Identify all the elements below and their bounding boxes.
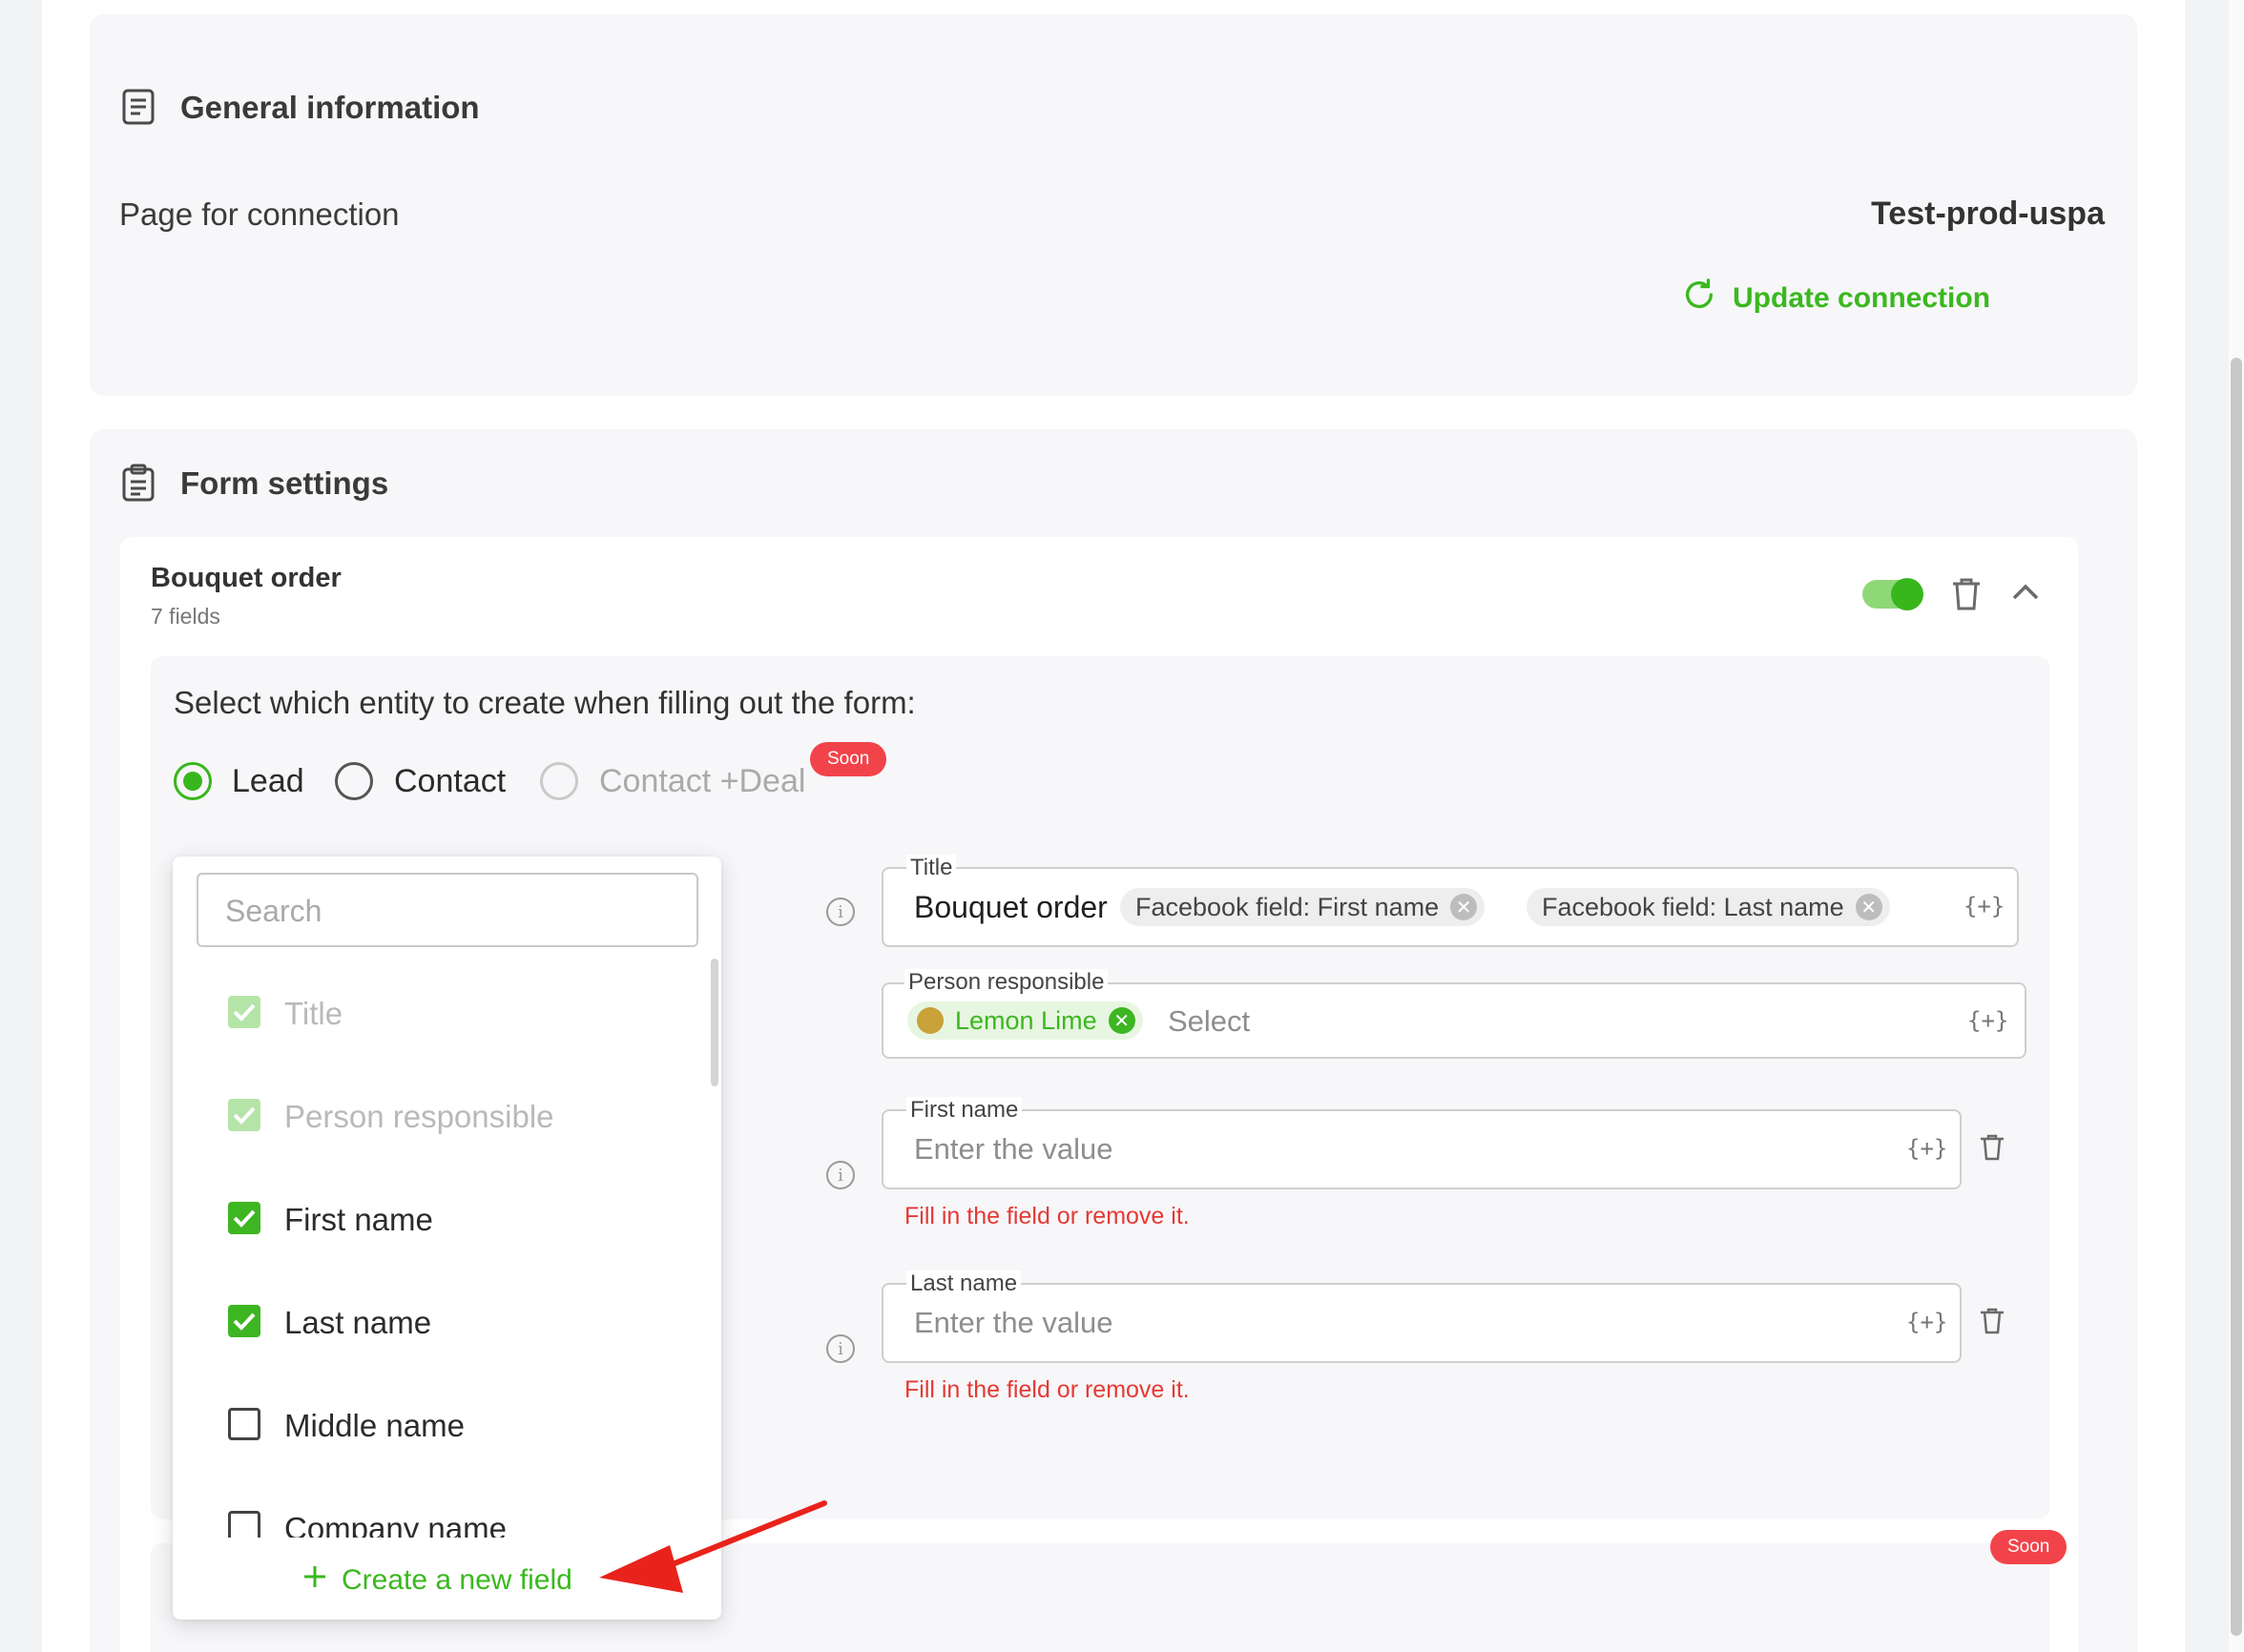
page-scrollbar-thumb[interactable] xyxy=(2231,358,2242,1636)
radio-contact-deal xyxy=(540,762,578,800)
clipboard-icon xyxy=(121,464,156,506)
update-connection-label: Update connection xyxy=(1733,282,1991,314)
title-chip-last-name: Facebook field: Last name ✕ xyxy=(1527,888,1890,926)
create-new-field-button[interactable]: Create a new field xyxy=(301,1563,572,1598)
form-enabled-toggle[interactable] xyxy=(1862,578,1923,610)
last-name-legend: Last name xyxy=(906,1270,1022,1297)
search-placeholder: Search xyxy=(225,894,322,928)
avatar xyxy=(917,1007,944,1034)
title-chip-last-name-label: Facebook field: Last name xyxy=(1542,892,1844,921)
remove-chip-icon[interactable]: ✕ xyxy=(1855,894,1882,920)
remove-chip-icon[interactable]: ✕ xyxy=(1450,894,1478,920)
create-new-field-label: Create a new field xyxy=(342,1564,572,1596)
person-responsible-legend: Person responsible xyxy=(904,969,1109,996)
form-name: Bouquet order xyxy=(151,563,342,593)
option-person-responsible: Person responsible xyxy=(284,1099,554,1134)
first-name-placeholder: Enter the value xyxy=(914,1132,1113,1166)
first-name-info-icon[interactable]: i xyxy=(826,1161,855,1189)
delete-last-name-icon[interactable] xyxy=(1979,1307,2005,1340)
title-field-value: Bouquet order xyxy=(914,890,1108,924)
title-field-legend: Title xyxy=(906,855,957,881)
checkbox-middle-name[interactable] xyxy=(228,1408,260,1440)
option-last-name[interactable]: Last name xyxy=(284,1305,431,1341)
last-name-placeholder: Enter the value xyxy=(914,1306,1113,1339)
radio-contact[interactable] xyxy=(335,762,373,800)
soon-badge-lower: Soon xyxy=(1990,1530,2067,1564)
title-info-icon[interactable]: i xyxy=(826,898,855,926)
radio-contact-label[interactable]: Contact xyxy=(394,763,506,800)
checkbox-title xyxy=(228,996,260,1028)
collapse-chevron-icon[interactable] xyxy=(2011,582,2040,606)
responsible-variable-icon[interactable]: {+} xyxy=(1967,1007,2008,1034)
plus-icon xyxy=(301,1563,328,1598)
option-first-name[interactable]: First name xyxy=(284,1202,433,1238)
refresh-icon xyxy=(1681,277,1717,320)
responsible-chip: Lemon Lime ✕ xyxy=(907,1002,1143,1040)
radio-lead[interactable] xyxy=(174,762,212,800)
field-search-input[interactable]: Search xyxy=(197,873,698,947)
checkbox-last-name[interactable] xyxy=(228,1305,260,1337)
entity-prompt: Select which entity to create when filli… xyxy=(174,685,916,720)
responsible-select-placeholder: Select xyxy=(1168,1004,1251,1038)
annotation-arrow xyxy=(599,1500,827,1593)
dropdown-scrollbar[interactable] xyxy=(711,959,718,1086)
update-connection-button[interactable]: Update connection xyxy=(1681,277,1990,320)
title-variable-icon[interactable]: {+} xyxy=(1964,893,2005,919)
connection-value: Test-prod-uspa xyxy=(1871,196,2105,232)
delete-first-name-icon[interactable] xyxy=(1979,1133,2005,1167)
toggle-knob xyxy=(1891,578,1923,610)
delete-form-icon[interactable] xyxy=(1950,576,1983,617)
form-field-count: 7 fields xyxy=(151,604,220,629)
last-name-info-icon[interactable]: i xyxy=(826,1334,855,1363)
connection-label: Page for connection xyxy=(119,196,400,232)
option-middle-name[interactable]: Middle name xyxy=(284,1408,465,1444)
general-information-title: General information xyxy=(180,90,480,125)
responsible-chip-label: Lemon Lime xyxy=(955,1005,1097,1035)
last-name-variable-icon[interactable]: {+} xyxy=(1906,1309,1947,1335)
title-chip-first-name: Facebook field: First name ✕ xyxy=(1120,888,1486,926)
remove-chip-icon[interactable]: ✕ xyxy=(1108,1007,1135,1034)
checkbox-person-responsible xyxy=(228,1099,260,1131)
title-chip-first-name-label: Facebook field: First name xyxy=(1135,892,1440,921)
last-name-error: Fill in the field or remove it. xyxy=(904,1376,1190,1403)
checkbox-first-name[interactable] xyxy=(228,1202,260,1234)
soon-badge: Soon xyxy=(810,742,887,776)
option-title: Title xyxy=(284,996,343,1031)
radio-contact-deal-label: Contact +Deal xyxy=(599,763,806,799)
first-name-variable-icon[interactable]: {+} xyxy=(1906,1135,1947,1162)
document-icon xyxy=(121,88,156,131)
first-name-legend: First name xyxy=(906,1097,1023,1124)
first-name-error: Fill in the field or remove it. xyxy=(904,1203,1190,1229)
radio-lead-label[interactable]: Lead xyxy=(232,763,304,800)
form-settings-title: Form settings xyxy=(180,465,389,501)
